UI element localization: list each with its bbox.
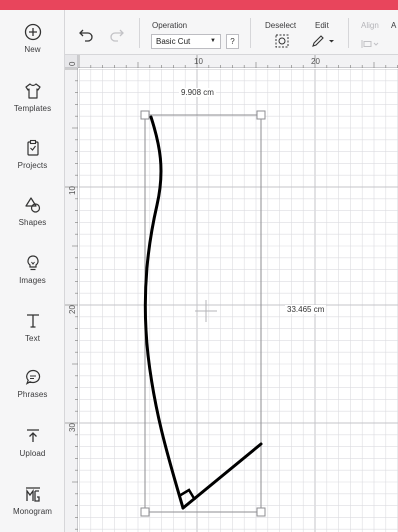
operation-select[interactable]: Basic Cut ▼ [151,34,221,49]
arrange-label: A [391,21,397,30]
plus-circle-icon [24,23,41,41]
sidebar-item-shapes[interactable]: Shapes [0,196,65,246]
caret-down-icon: ▼ [210,38,216,44]
sidebar-item-label: Phrases [17,390,48,399]
deselect-button[interactable] [275,34,289,53]
resize-handle-top-left[interactable] [140,110,150,120]
design-space: New Templates Projects Shapes Images Tex… [0,0,398,532]
resize-handle-top-right[interactable] [256,110,266,120]
deselect-label: Deselect [265,21,297,30]
toolbar-divider [139,18,140,48]
undo-icon [79,29,93,42]
edit-button[interactable] [311,34,335,53]
align-button[interactable] [361,36,381,54]
sidebar-item-label: New [24,45,41,54]
monogram-icon [25,487,40,502]
resize-handle-bottom-left[interactable] [140,507,150,517]
sidebar-item-new[interactable]: New [0,23,65,73]
canvas-area[interactable]: 10 20 10 20 30 0 9.908 cm 33.465 cm [65,55,398,532]
lightbulb-icon [26,255,39,271]
sidebar-item-projects[interactable]: Projects [0,139,65,189]
edit-label: Edit [315,21,329,30]
sidebar-item-label: Monogram [12,507,53,516]
toolbar-divider [348,18,349,48]
speech-bubble-icon [25,369,40,385]
toolbar-divider [250,18,251,48]
sidebar-item-label: Templates [13,104,52,113]
sidebar-item-label: Shapes [18,218,47,227]
sidebar-item-templates[interactable]: Templates [0,82,65,132]
left-sidebar: New Templates Projects Shapes Images Tex… [0,10,65,532]
width-dimension-label: 9.908 cm [179,88,216,97]
align-icon [361,40,379,48]
height-dimension-label: 33.465 cm [285,305,327,314]
sidebar-item-label: Images [19,276,46,285]
redo-icon [110,29,124,42]
operation-help-button[interactable]: ? [226,34,239,49]
sidebar-item-images[interactable]: Images [0,254,65,304]
top-header-bar [0,0,398,10]
redo-button[interactable] [109,28,125,47]
sidebar-item-phrases[interactable]: Phrases [0,368,65,418]
text-icon [26,314,39,328]
shirt-icon [24,83,41,99]
sidebar-item-text[interactable]: Text [0,312,65,362]
align-label: Align [361,21,379,30]
sidebar-item-label: Text [24,334,41,343]
deselect-icon [275,34,289,48]
operation-value: Basic Cut [156,37,191,46]
sidebar-item-label: Projects [17,161,48,170]
resize-handle-bottom-right[interactable] [256,507,266,517]
sidebar-item-upload[interactable]: Upload [0,427,65,477]
clipboard-icon [26,139,39,156]
edit-toolbar: Operation Basic Cut ▼ ? Deselect Edit Al… [65,10,398,55]
undo-button[interactable] [78,28,94,47]
center-crosshair [195,300,217,322]
sidebar-item-monogram[interactable]: Monogram [0,485,65,532]
sidebar-item-label: Upload [19,449,46,458]
selection-overlay [140,110,266,517]
operation-label: Operation [152,21,188,30]
shapes-icon [24,197,40,213]
cut-shape-curve[interactable] [143,115,185,510]
pen-icon [312,35,334,47]
upload-icon [26,429,39,442]
